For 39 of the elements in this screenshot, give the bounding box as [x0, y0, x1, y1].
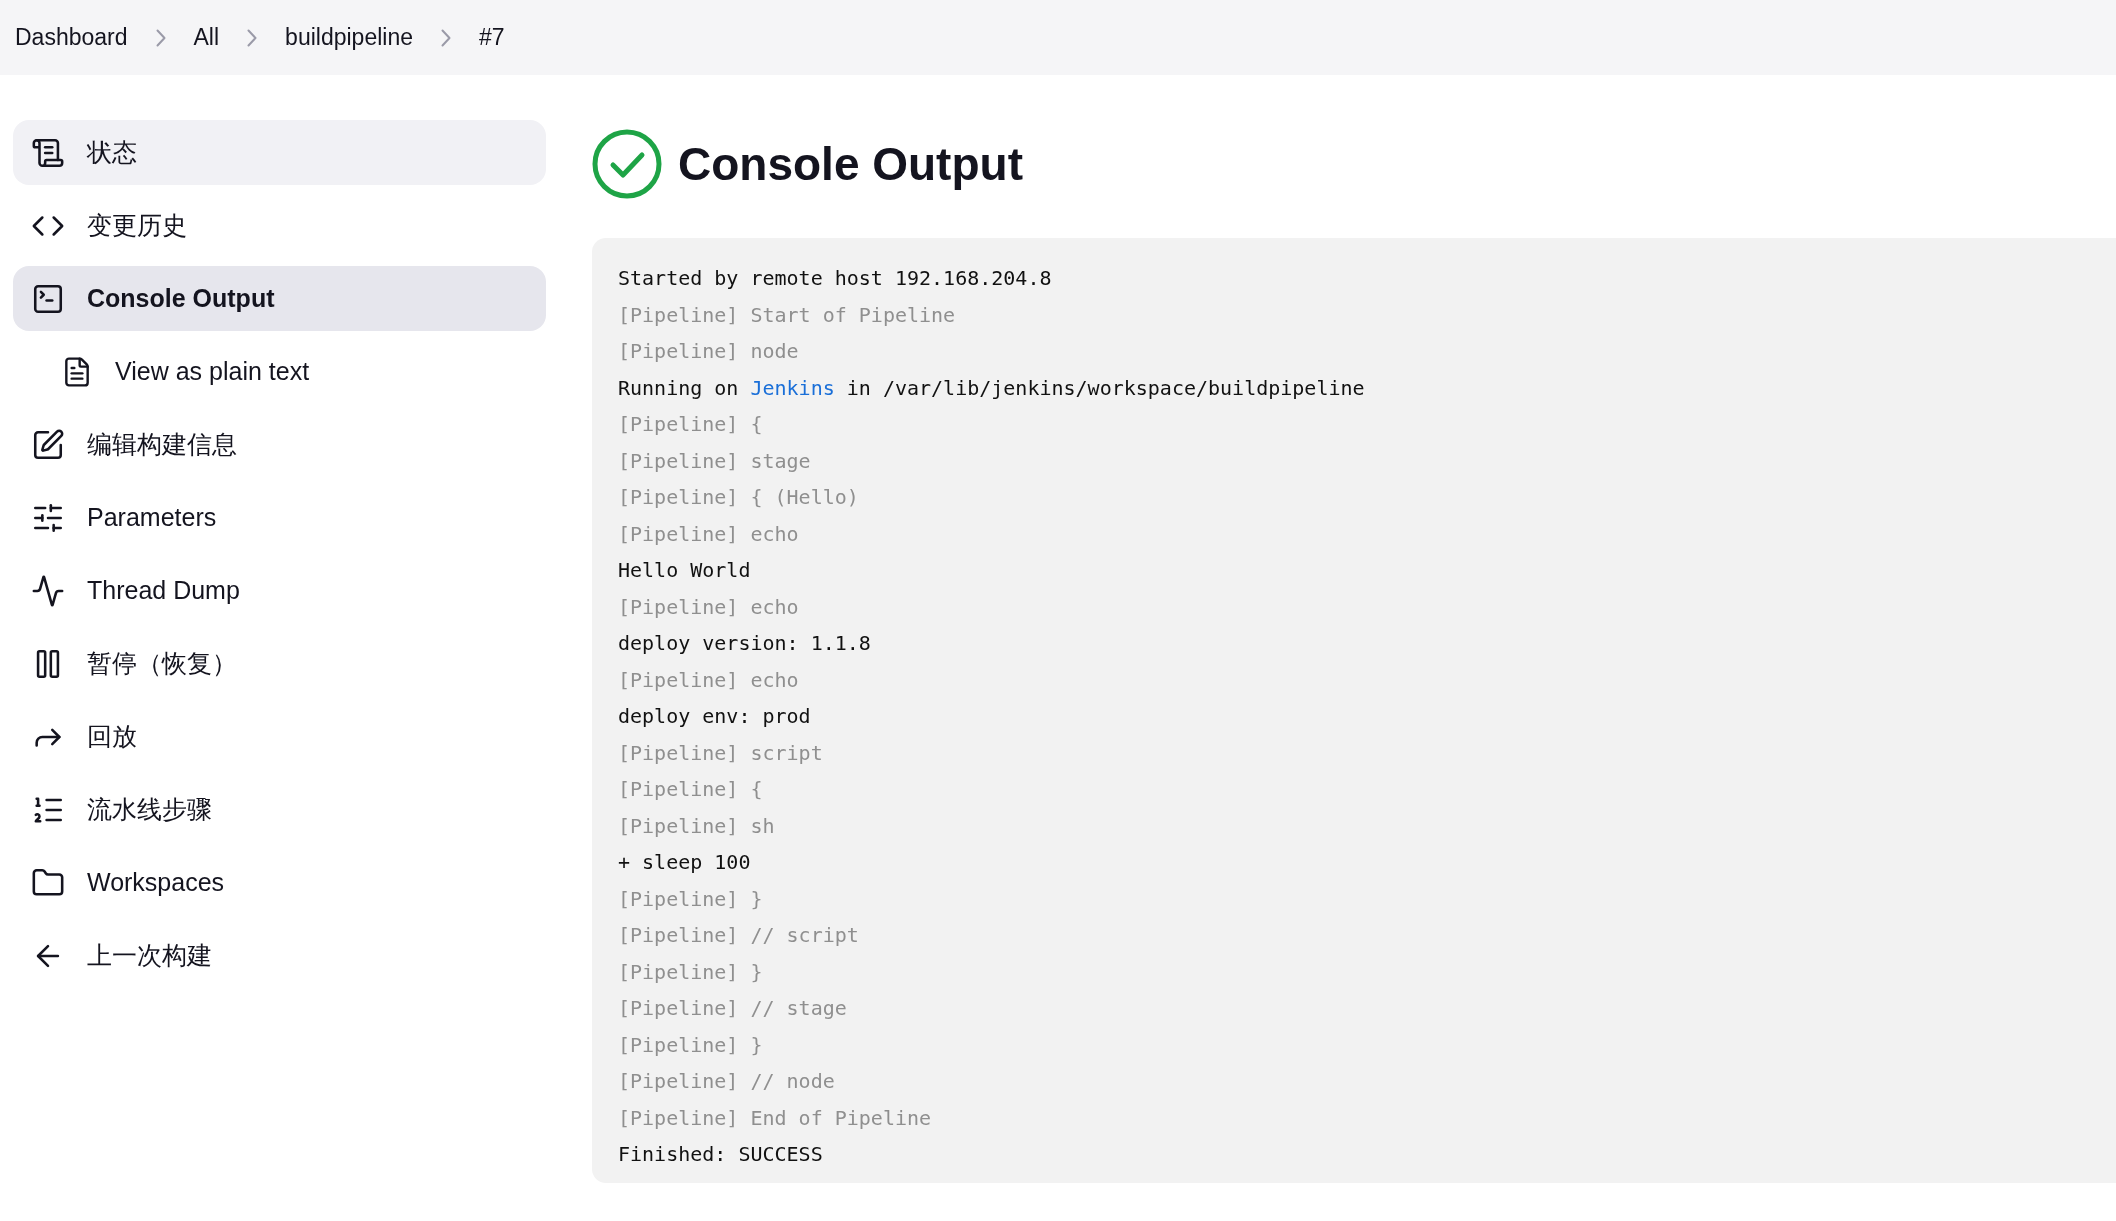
console-line: Finished: SUCCESS [618, 1141, 824, 1168]
console-line: [Pipeline] } [618, 958, 764, 986]
console-line: Running on Jenkins in /var/lib/jenkins/workspace/buildpipeline [618, 374, 1366, 402]
console-line: + sleep 100 [618, 849, 752, 876]
console-line: deploy version: 1.1.8 [618, 630, 872, 657]
chevron-right-icon [247, 28, 258, 47]
console-line: [Pipeline] // script [618, 922, 860, 949]
breadcrumb-link[interactable]: All [193, 24, 220, 51]
sidebar-item[interactable]: Console Output [13, 266, 546, 331]
line-chart-icon [31, 573, 65, 608]
console-line: [Pipeline] } [618, 885, 764, 913]
breadcrumb-link[interactable]: #7 [479, 24, 505, 51]
console-line: Started by remote host 192.168.204.8 [618, 265, 1053, 292]
console-line: [Pipeline] End of Pipeline [618, 1104, 933, 1132]
console-line: [Pipeline] sh [618, 812, 776, 840]
edit-icon [31, 427, 65, 462]
console-line: deploy env: prod [618, 703, 812, 730]
breadcrumb-link[interactable]: Dashboard [15, 24, 128, 51]
console-line: [Pipeline] } [618, 1031, 764, 1059]
console-line: [Pipeline] echo [618, 666, 800, 694]
console-line: Hello World [618, 557, 752, 584]
console-line: [Pipeline] // node [618, 1068, 836, 1095]
console-line: [Pipeline] { [618, 411, 764, 438]
check-circle-icon [592, 129, 662, 199]
breadcrumb-link[interactable]: buildpipeline [285, 24, 413, 51]
console-line: [Pipeline] echo [618, 593, 800, 621]
chevron-right-icon [155, 28, 166, 47]
console-line: [Pipeline] stage [618, 447, 812, 475]
console-line: [Pipeline] { [618, 776, 764, 803]
console-line: [Pipeline] // stage [618, 995, 848, 1022]
node-link[interactable]: Jenkins [750, 375, 835, 400]
page-title: Console Output [678, 137, 1023, 191]
console-line: [Pipeline] Start of Pipeline [618, 301, 957, 329]
console-line: [Pipeline] { (Hello) [618, 484, 860, 511]
chevron-right-icon [441, 28, 451, 47]
console-line: [Pipeline] script [618, 739, 824, 767]
console-line: [Pipeline] node [618, 338, 800, 365]
sidebar-item[interactable]: 状态 [13, 120, 546, 185]
console-line: [Pipeline] echo [618, 520, 800, 548]
